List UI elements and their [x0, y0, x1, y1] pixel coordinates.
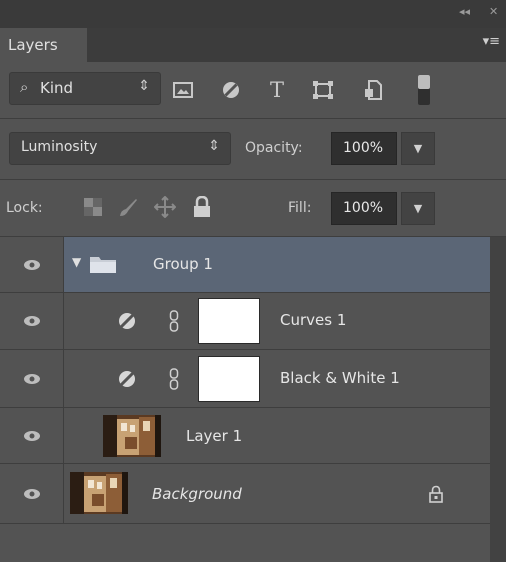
layer-name: Layer 1 [186, 427, 243, 445]
visibility-toggle[interactable] [0, 408, 64, 463]
eye-icon [23, 316, 40, 326]
fill-label: Fill: [288, 200, 312, 216]
layer-name: Background [152, 485, 242, 503]
folder-icon [90, 257, 116, 273]
blend-mode-select[interactable]: Luminosity ⇕ [9, 132, 231, 165]
layer-row-layer-1[interactable]: Layer 1 [0, 408, 490, 464]
layer-row-group-1[interactable]: ▼ Group 1 [0, 237, 490, 293]
adjustment-layer-icon [119, 371, 135, 387]
type-filter-icon[interactable]: T [265, 78, 289, 102]
fill-dropdown-button[interactable]: ▼ [401, 192, 435, 225]
layers-list: ▼ Group 1 Curves 1 Black & White 1 Layer… [0, 237, 506, 562]
layer-main: Layer 1 [64, 408, 490, 463]
lock-all-icon[interactable] [190, 195, 214, 219]
opacity-field[interactable]: 100% [331, 132, 397, 165]
stepper-arrows-icon: ⇕ [208, 138, 220, 154]
expand-triangle-icon[interactable]: ▼ [72, 255, 81, 269]
layer-name: Group 1 [153, 255, 213, 273]
blend-mode-value: Luminosity [21, 139, 98, 155]
stepper-arrows-icon: ⇕ [138, 78, 150, 94]
shape-filter-icon[interactable] [311, 78, 335, 102]
scrollbar[interactable] [490, 237, 506, 562]
layer-photo-thumbnail[interactable] [70, 472, 128, 514]
eye-icon [23, 430, 40, 441]
layer-mask-thumbnail[interactable] [198, 356, 260, 402]
layer-row-background[interactable]: Background [0, 464, 490, 524]
layer-photo-thumbnail[interactable] [103, 415, 161, 457]
filter-kind-select[interactable]: ⌕ Kind ⇕ [9, 72, 161, 105]
filter-toggle-switch[interactable] [418, 75, 430, 105]
layer-main: Background [64, 464, 490, 523]
opacity-dropdown-button[interactable]: ▼ [401, 132, 435, 165]
layer-row-black-white-1[interactable]: Black & White 1 [0, 350, 490, 408]
link-chain-icon[interactable] [169, 368, 179, 390]
lock-icon [429, 485, 443, 503]
tab-layers[interactable]: Layers [0, 28, 87, 62]
lock-row: Lock: Fill: 100% ▼ [0, 180, 506, 236]
visibility-toggle[interactable] [0, 237, 64, 292]
close-icon[interactable]: ✕ [489, 5, 498, 18]
fill-field[interactable]: 100% [331, 192, 397, 225]
panel-tab-bar: Layers ▾≡ [0, 28, 506, 62]
link-chain-icon[interactable] [169, 310, 179, 332]
adjustment-layer-icon [119, 313, 135, 329]
adjustment-filter-icon[interactable] [219, 78, 243, 102]
eye-icon [23, 259, 40, 270]
filter-row: ⌕ Kind ⇕ T [0, 62, 506, 118]
smart-object-filter-icon[interactable] [361, 78, 385, 102]
filter-kind-label: Kind [40, 79, 74, 97]
opacity-label: Opacity: [245, 140, 303, 156]
layer-main: ▼ Group 1 [64, 237, 490, 292]
visibility-toggle[interactable] [0, 293, 64, 349]
image-filter-icon[interactable] [171, 78, 195, 102]
lock-image-pixels-icon[interactable] [116, 195, 140, 219]
lock-position-icon[interactable] [153, 195, 177, 219]
blend-row: Luminosity ⇕ Opacity: 100% ▼ [0, 119, 506, 179]
layer-name: Black & White 1 [280, 369, 400, 387]
eye-icon [23, 488, 40, 499]
search-icon: ⌕ [20, 78, 29, 96]
layer-mask-thumbnail[interactable] [198, 298, 260, 344]
layer-row-curves-1[interactable]: Curves 1 [0, 293, 490, 350]
eye-icon [23, 373, 40, 384]
lock-transparent-pixels-icon[interactable] [81, 195, 105, 219]
layer-main: Curves 1 [64, 293, 490, 349]
layer-name: Curves 1 [280, 311, 347, 329]
panel-menu-icon[interactable]: ▾≡ [483, 34, 500, 49]
visibility-toggle[interactable] [0, 350, 64, 407]
panel-title-strip: ◂◂ ✕ [0, 0, 506, 28]
lock-label: Lock: [6, 200, 43, 216]
collapse-icon[interactable]: ◂◂ [459, 5, 470, 18]
layer-main: Black & White 1 [64, 350, 490, 407]
visibility-toggle[interactable] [0, 464, 64, 523]
